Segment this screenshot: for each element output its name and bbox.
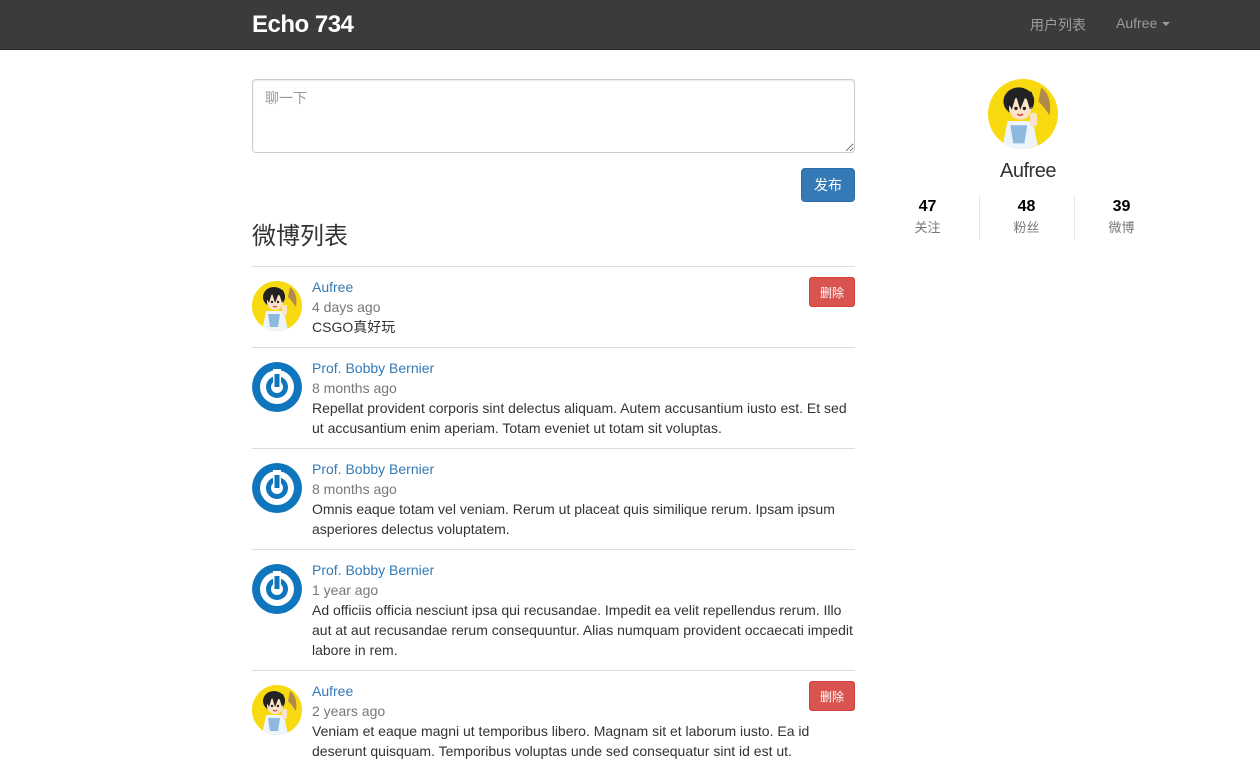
timestamp: 4 days ago xyxy=(312,299,381,315)
feed-item-body: Prof. Bobby Bernier 8 months ago Repellat … xyxy=(312,348,855,438)
delete-button[interactable]: 删除 xyxy=(809,277,855,307)
timestamp: 8 months ago xyxy=(312,380,397,396)
feed-item: Prof. Bobby Bernier 1 year ago Ad officiis… xyxy=(252,549,855,670)
author-link[interactable]: Aufree xyxy=(312,681,855,701)
status-content: Omnis eaque totam vel veniam. Rerum ut p… xyxy=(312,501,835,537)
statuses-count: 39 xyxy=(1112,198,1131,215)
gravatar-default-icon[interactable] xyxy=(252,463,302,513)
status-content: Veniam et eaque magni ut temporibus libe… xyxy=(312,723,810,759)
nav-users-link[interactable]: 用户列表 xyxy=(1030,15,1086,35)
status-input[interactable] xyxy=(252,79,855,153)
author-link[interactable]: Prof. Bobby Bernier xyxy=(312,560,855,580)
status-content: Repellat provident corporis sint delectu… xyxy=(312,400,847,436)
top-navbar: Echo 734 用户列表 Aufree xyxy=(0,0,1260,50)
timestamp: 2 years ago xyxy=(312,703,386,719)
cartoon-avatar-icon[interactable] xyxy=(252,281,302,331)
brand-logo-link[interactable]: Echo 734 xyxy=(252,11,354,39)
feed-item: Prof. Bobby Bernier 8 months ago Repellat … xyxy=(252,347,855,448)
timestamp: 1 year ago xyxy=(312,582,379,598)
followers-count: 48 xyxy=(1017,198,1036,215)
delete-button[interactable]: 删除 xyxy=(809,681,855,711)
gravatar-default-icon[interactable] xyxy=(252,564,302,614)
feed-item: Aufree 4 days ago CSGO真好玩 删除 xyxy=(252,266,855,347)
status-content: Ad officiis officia nesciunt ipsa qui re… xyxy=(312,602,853,658)
cartoon-avatar-icon[interactable] xyxy=(252,685,302,735)
feed-item: Prof. Bobby Bernier 8 months ago Omnis eaq… xyxy=(252,448,855,549)
author-link[interactable]: Prof. Bobby Bernier xyxy=(312,358,855,378)
cartoon-avatar-icon xyxy=(988,79,1058,149)
author-link[interactable]: Aufree xyxy=(312,277,855,297)
caret-down-icon xyxy=(1162,22,1171,27)
gravatar-default-icon[interactable] xyxy=(252,362,302,412)
feed-item-body: Aufree 2 years ago Veniam et eaque magni u… xyxy=(312,671,855,761)
status-content: CSGO真好玩 xyxy=(312,319,396,335)
stat-followers[interactable]: 48 粉丝 xyxy=(979,196,1074,240)
feed-item-body: Prof. Bobby Bernier 8 months ago Omnis eaq… xyxy=(312,449,855,539)
followers-label: 粉丝 xyxy=(1013,220,1040,235)
feed-item-body: Aufree 4 days ago CSGO真好玩 xyxy=(312,267,855,337)
feed-item-body: Prof. Bobby Bernier 1 year ago Ad officiis… xyxy=(312,550,855,660)
following-count: 47 xyxy=(918,198,937,215)
feed-item: Aufree 2 years ago Veniam et eaque magni u… xyxy=(252,670,855,770)
user-dropdown-label: Aufree xyxy=(1116,15,1158,31)
profile-name: Aufree xyxy=(1000,160,1056,182)
publish-button[interactable]: 发布 xyxy=(801,168,855,202)
profile-avatar[interactable] xyxy=(988,79,1058,149)
timestamp: 8 months ago xyxy=(312,481,397,497)
stat-following[interactable]: 47 关注 xyxy=(880,196,975,240)
user-dropdown-toggle[interactable]: Aufree xyxy=(1116,15,1171,31)
profile-stats: 47 关注 48 粉丝 39 微博 xyxy=(880,196,1170,240)
following-label: 关注 xyxy=(914,220,941,235)
feed-title: 微博列表 xyxy=(252,223,348,250)
statuses-label: 微博 xyxy=(1108,220,1135,235)
author-link[interactable]: Prof. Bobby Bernier xyxy=(312,459,855,479)
stat-statuses[interactable]: 39 微博 xyxy=(1074,196,1169,240)
status-feed: Aufree 4 days ago CSGO真好玩 删除 Prof. Bobby Ber… xyxy=(252,266,855,770)
